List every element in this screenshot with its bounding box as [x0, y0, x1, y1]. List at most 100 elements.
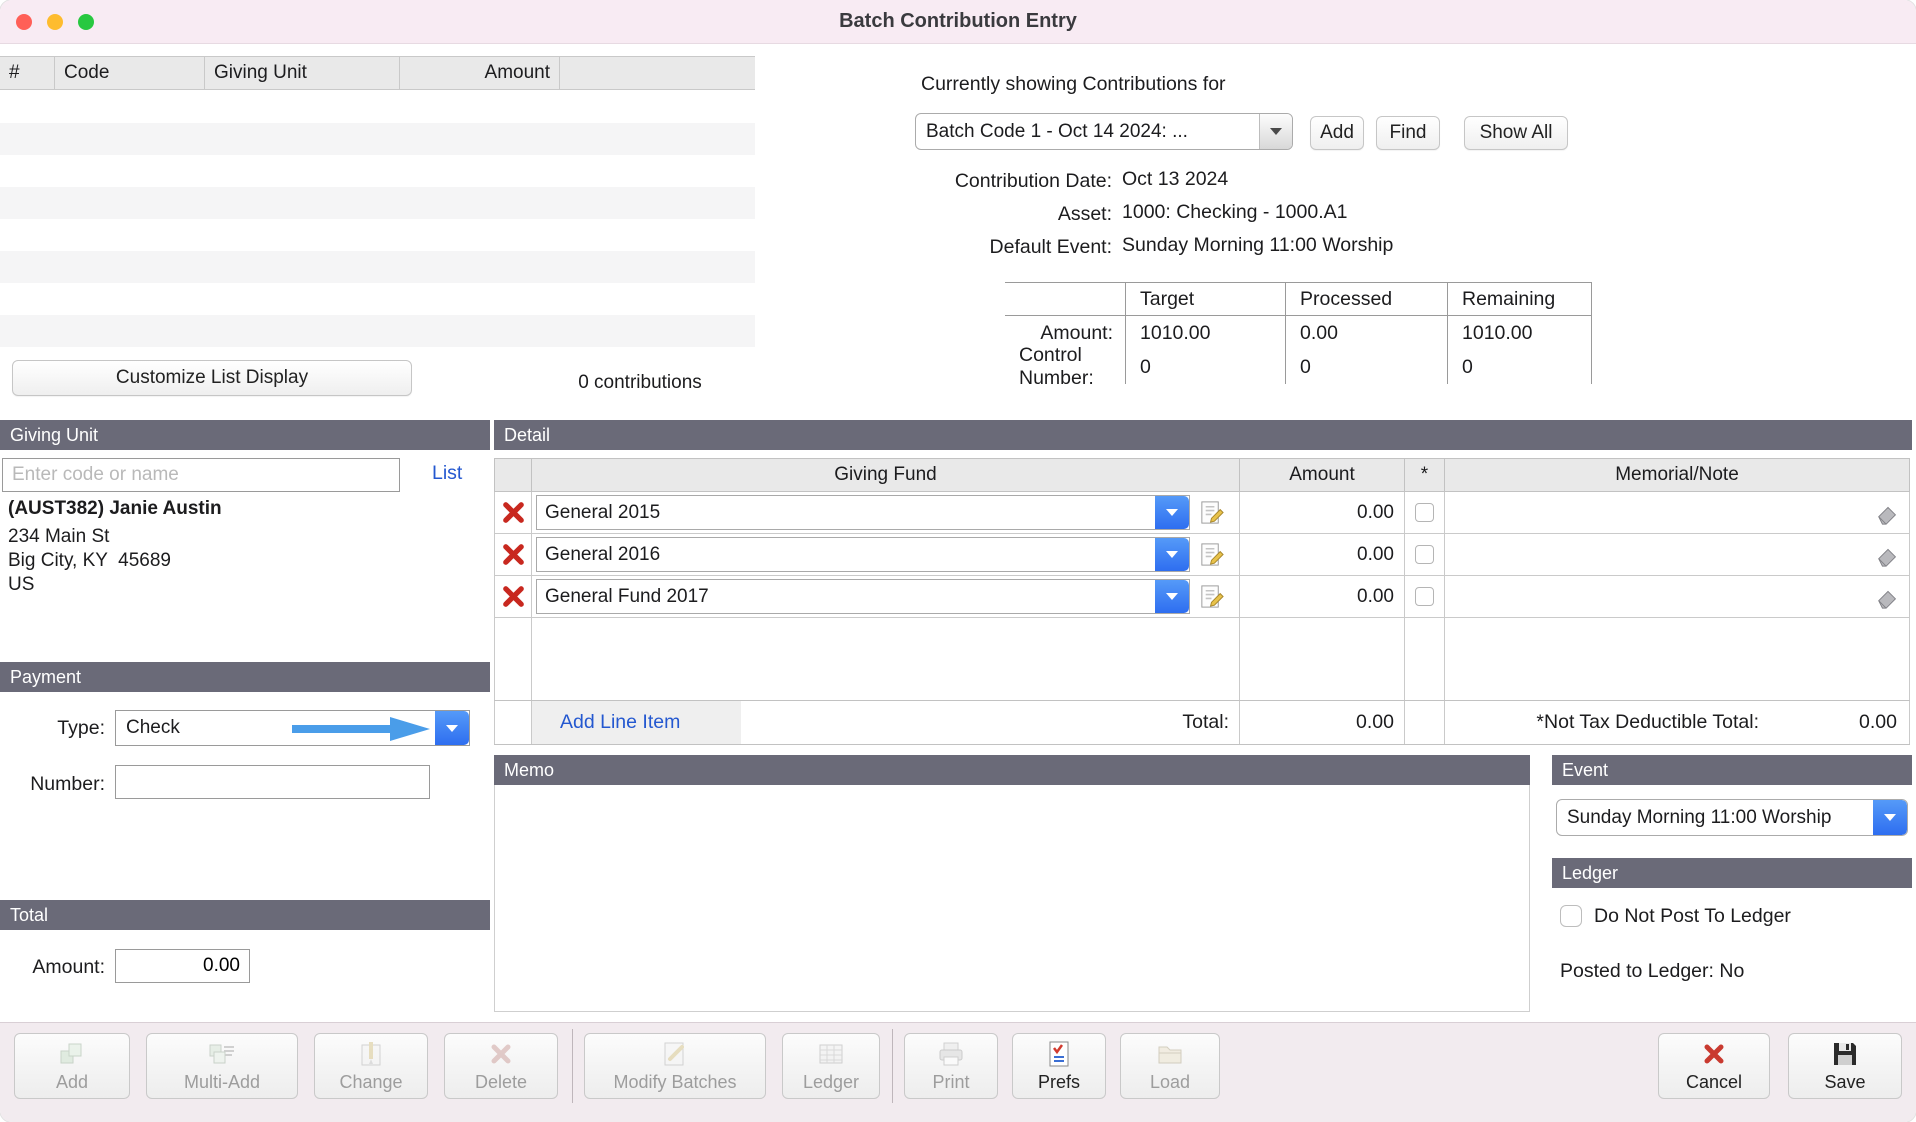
zoom-window-button[interactable]: [78, 14, 94, 30]
detail-row: General Fund 2017 0.00: [494, 576, 1910, 618]
ledger-button[interactable]: Ledger: [782, 1033, 880, 1099]
prefs-button[interactable]: Prefs: [1012, 1033, 1106, 1099]
add-button-label: Add: [56, 1072, 88, 1093]
event-section-header: Event: [1552, 755, 1912, 785]
total-amount-input[interactable]: [115, 949, 250, 983]
giving-fund-dropdown-button[interactable]: [1155, 580, 1189, 613]
delete-button-label: Delete: [475, 1072, 527, 1093]
column-header-giving-unit[interactable]: Giving Unit: [205, 57, 400, 89]
memorial-note-field[interactable]: [1445, 576, 1910, 617]
cancel-button[interactable]: Cancel: [1658, 1033, 1770, 1099]
detail-empty-cell: [1405, 615, 1445, 700]
fund-note-icon[interactable]: [1198, 583, 1225, 610]
ntd-total-value: 0.00: [1759, 711, 1901, 734]
memorial-note-field[interactable]: [1445, 492, 1910, 533]
memo-section-header: Memo: [494, 755, 1530, 785]
memo-textarea[interactable]: [494, 785, 1530, 1012]
detail-table-header: Giving Fund Amount * Memorial/Note: [494, 458, 1910, 492]
not-tax-deductible-checkbox[interactable]: [1415, 503, 1434, 522]
change-button[interactable]: Change: [314, 1033, 428, 1099]
delete-line-button[interactable]: [494, 492, 532, 533]
close-window-button[interactable]: [16, 14, 32, 30]
change-icon: [356, 1039, 386, 1069]
modify-batches-button[interactable]: Modify Batches: [584, 1033, 766, 1099]
summary-amount-target: 1010.00: [1125, 316, 1285, 350]
giving-fund-select[interactable]: General 2015: [536, 495, 1190, 530]
add-button[interactable]: Add: [14, 1033, 130, 1099]
batch-show-all-button[interactable]: Show All: [1464, 116, 1568, 150]
load-button[interactable]: Load: [1120, 1033, 1220, 1099]
summary-control-remaining: 0: [1447, 350, 1592, 384]
detail-total-star-cell: [1405, 701, 1445, 744]
line-amount-field[interactable]: 0.00: [1240, 576, 1405, 617]
eraser-icon[interactable]: [1875, 584, 1901, 610]
table-row: [0, 283, 755, 315]
traffic-lights: [16, 14, 94, 30]
event-dropdown-button[interactable]: [1873, 800, 1907, 835]
giving-fund-select[interactable]: General Fund 2017: [536, 579, 1190, 614]
ledger-icon: [816, 1039, 846, 1069]
do-not-post-label: Do Not Post To Ledger: [1594, 905, 1791, 928]
batch-select-dropdown-button[interactable]: [1259, 114, 1292, 149]
giving-fund-select[interactable]: General 2016: [536, 537, 1190, 572]
giving-unit-search-input[interactable]: [2, 458, 400, 492]
total-section-header: Total: [0, 900, 490, 930]
delete-line-button[interactable]: [494, 576, 532, 617]
summary-control-target: 0: [1125, 350, 1285, 384]
fund-note-icon[interactable]: [1198, 541, 1225, 568]
batch-add-button[interactable]: Add: [1310, 116, 1364, 150]
asset-label: Asset:: [915, 203, 1112, 226]
print-button[interactable]: Print: [904, 1033, 998, 1099]
asset-value: 1000: Checking - 1000.A1: [1122, 201, 1348, 224]
detail-row: General 2015 0.00: [494, 492, 1910, 534]
giving-fund-value: General 2015: [537, 502, 1155, 524]
not-tax-deductible-checkbox[interactable]: [1415, 545, 1434, 564]
payment-number-input[interactable]: [115, 765, 430, 799]
detail-empty-cell: [1240, 615, 1405, 700]
delete-line-button[interactable]: [494, 534, 532, 575]
giving-fund-dropdown-button[interactable]: [1155, 538, 1189, 571]
customize-list-display-button[interactable]: Customize List Display: [12, 360, 412, 396]
line-amount-field[interactable]: 0.00: [1240, 534, 1405, 575]
detail-total-row: Add Line Item Total: 0.00 *Not Tax Deduc…: [494, 700, 1910, 745]
event-select[interactable]: Sunday Morning 11:00 Worship: [1556, 799, 1908, 836]
payment-type-label: Type:: [0, 717, 105, 740]
prefs-button-label: Prefs: [1038, 1072, 1080, 1093]
minimize-window-button[interactable]: [47, 14, 63, 30]
payment-type-select[interactable]: Check: [115, 710, 470, 746]
chevron-down-icon: [1166, 551, 1178, 558]
delete-button[interactable]: Delete: [444, 1033, 558, 1099]
detail-total-value: 0.00: [1240, 701, 1405, 744]
column-header-code[interactable]: Code: [55, 57, 205, 89]
giving-unit-address-line: 234 Main St: [8, 526, 109, 548]
delete-row-x-icon: [501, 500, 526, 525]
table-row: [0, 123, 755, 155]
batch-find-button[interactable]: Find: [1376, 116, 1440, 150]
save-button[interactable]: Save: [1788, 1033, 1902, 1099]
table-row: [0, 155, 755, 187]
payment-type-dropdown-button[interactable]: [435, 711, 469, 745]
column-header-number[interactable]: #: [0, 57, 55, 89]
column-header-amount[interactable]: Amount: [400, 57, 560, 89]
contributions-table-body[interactable]: [0, 91, 755, 347]
line-amount-field[interactable]: 0.00: [1240, 492, 1405, 533]
multi-add-button[interactable]: Multi-Add: [146, 1033, 298, 1099]
eraser-icon[interactable]: [1875, 500, 1901, 526]
add-line-item-link[interactable]: Add Line Item: [560, 711, 680, 734]
do-not-post-checkbox[interactable]: [1560, 905, 1582, 927]
giving-fund-dropdown-button[interactable]: [1155, 496, 1189, 529]
payment-type-value: Check: [116, 717, 435, 739]
memorial-note-field[interactable]: [1445, 534, 1910, 575]
detail-header-amount: Amount: [1240, 458, 1405, 492]
batch-select[interactable]: Batch Code 1 - Oct 14 2024: ...: [915, 113, 1293, 150]
posted-to-ledger-text: Posted to Ledger: No: [1560, 960, 1744, 983]
cancel-button-label: Cancel: [1686, 1072, 1742, 1093]
detail-empty-cell: [494, 615, 532, 700]
batch-contribution-entry-window: Batch Contribution Entry # Code Giving U…: [0, 0, 1916, 1122]
detail-total-spacer: [494, 701, 532, 744]
giving-unit-list-link[interactable]: List: [432, 462, 462, 485]
eraser-icon[interactable]: [1875, 542, 1901, 568]
not-tax-deductible-checkbox[interactable]: [1415, 587, 1434, 606]
fund-note-icon[interactable]: [1198, 499, 1225, 526]
prefs-icon: [1044, 1039, 1074, 1069]
